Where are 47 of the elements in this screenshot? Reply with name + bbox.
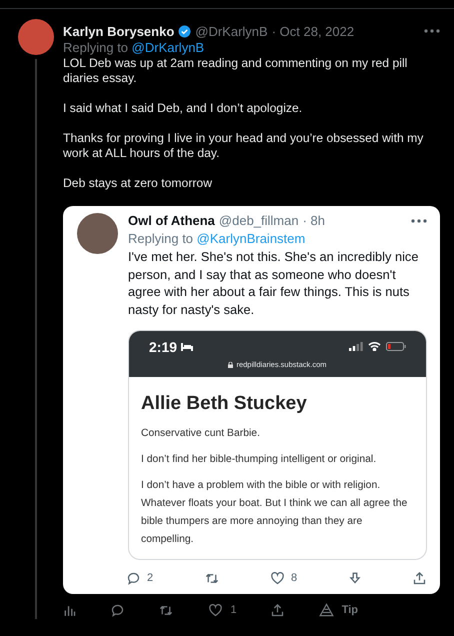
- tip-button[interactable]: Tip: [318, 603, 358, 617]
- tweet-text: Deb stays at zero tomorrow: [63, 176, 214, 191]
- author-name: Karlyn Borysenko: [63, 24, 174, 38]
- tip-icon: [318, 603, 334, 617]
- tweet-text: I said what I said Deb, and I don’t apologize.: [63, 101, 304, 116]
- heart-icon: [208, 602, 223, 618]
- reply-button[interactable]: [110, 602, 125, 618]
- quoted-tweet-card[interactable]: [63, 206, 440, 594]
- author-name: Owl of Athena: [128, 213, 215, 228]
- article-paragraph: Conservative cunt Barbie.: [141, 427, 261, 441]
- author-handle: @DrKarlynB: [195, 24, 268, 38]
- reply-icon: [110, 602, 125, 618]
- clock-time: 2:19: [149, 339, 178, 355]
- replying-to-text: Replying to @KarlynBrainstem: [128, 231, 306, 246]
- avatar: [18, 19, 54, 55]
- stats-button[interactable]: [63, 604, 76, 616]
- like-button[interactable]: 1: [208, 602, 237, 618]
- battery-icon: [386, 342, 406, 350]
- stats-icon: [63, 604, 76, 616]
- reply-icon: [126, 570, 141, 586]
- lock-icon: [228, 362, 234, 368]
- tweet-text: LOL Deb was up at 2am reading and commenting on my red pill diaries essay.: [63, 56, 408, 86]
- wifi-icon: [368, 341, 381, 351]
- share-icon: [270, 602, 286, 618]
- share-icon: [412, 570, 427, 586]
- like-button[interactable]: 8: [270, 570, 298, 586]
- tweet-text: I've met her. She's not this. She's an incredibly nice person, and I say that as someone who doesn't agree with her about a fair few things. This is nuts nasty for nasty's sake.: [128, 248, 420, 318]
- share-button[interactable]: [412, 570, 427, 586]
- download-button[interactable]: [348, 570, 362, 586]
- author-handle: @deb_fillman: [218, 213, 299, 228]
- article-title: Allie Beth Stuckey: [141, 393, 308, 415]
- share-button[interactable]: [270, 602, 286, 618]
- signal-icon: [349, 342, 363, 350]
- replying-to-text: Replying to @DrKarlynB: [63, 40, 206, 55]
- heart-icon: [270, 570, 285, 586]
- mention-link[interactable]: @DrKarlynB: [132, 40, 204, 55]
- tweet-text: Thanks for proving I live in your head and you’re obsessed with my work at ALL hours of the day.: [63, 131, 424, 161]
- article-paragraph: I don’t have a problem with the bible or with religion. Whatever floats your boat. But I think we can all agree the bible thumpers are more annoying than they are compelling.: [141, 479, 408, 547]
- more-icon[interactable]: [411, 218, 427, 222]
- avatar: [77, 213, 118, 254]
- down-arrow-icon: [348, 570, 362, 586]
- reply-button[interactable]: 2: [126, 570, 154, 586]
- post-time: · 8h: [302, 213, 325, 228]
- article-paragraph: I don’t find her bible-thumping intelligent or original.: [141, 453, 378, 467]
- more-icon[interactable]: [424, 29, 440, 33]
- post-date: · Oct 28, 2022: [272, 24, 354, 38]
- bed-icon: [181, 343, 194, 351]
